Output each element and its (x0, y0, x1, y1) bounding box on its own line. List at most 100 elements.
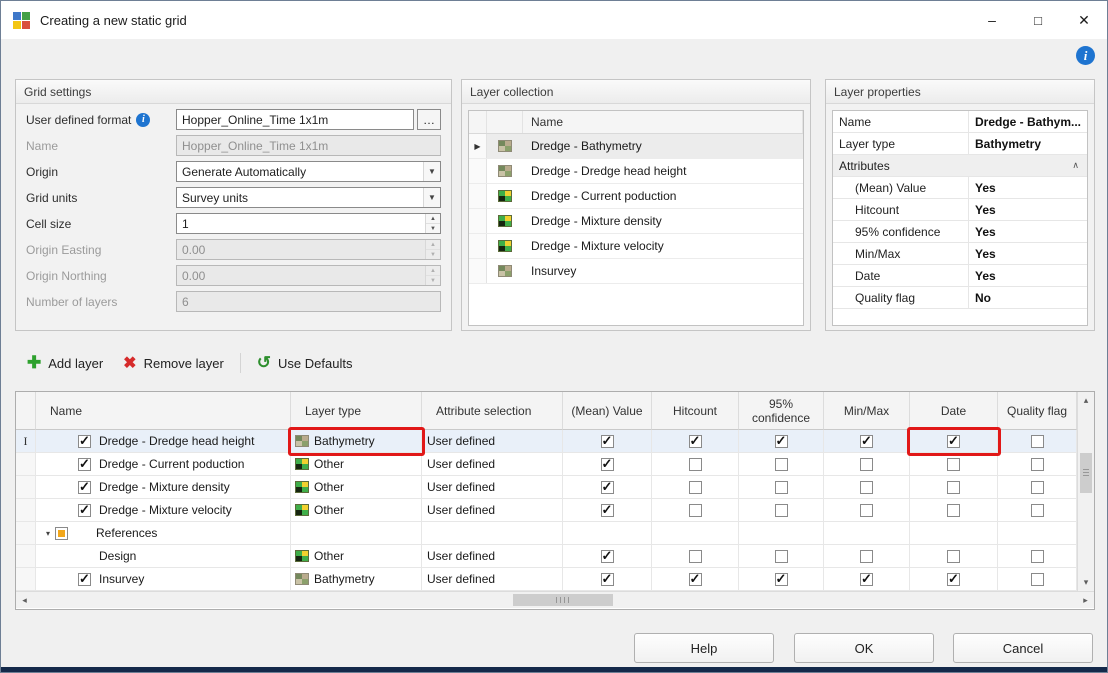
group-checkbox[interactable] (55, 527, 68, 540)
property-row[interactable]: Hitcount Yes (833, 199, 1087, 221)
hitcount-checkbox[interactable] (689, 573, 702, 586)
cell-size-stepper[interactable]: 1▲▼ (176, 213, 441, 234)
scroll-left-icon[interactable]: ◂ (16, 592, 33, 608)
row-checkbox[interactable] (78, 504, 91, 517)
expander-icon[interactable]: ▾ (46, 529, 50, 538)
table-group-row[interactable]: ▾ References (16, 522, 1077, 545)
layer-type-cell[interactable]: Other (291, 499, 422, 522)
remove-layer-button[interactable]: ✖ Remove layer (113, 348, 234, 378)
layer-row[interactable]: Insurvey (469, 259, 803, 284)
mean-value-checkbox[interactable] (601, 481, 614, 494)
column-header-attribute-selection[interactable]: Attribute selection (422, 392, 563, 430)
confidence-checkbox[interactable] (775, 504, 788, 517)
ok-button[interactable]: OK (794, 633, 934, 663)
column-header-confidence[interactable]: 95% confidence (739, 392, 824, 430)
column-header-hitcount[interactable]: Hitcount (652, 392, 739, 430)
table-row[interactable]: Dredge - Current poduction Other User de… (16, 453, 1077, 476)
column-header-name[interactable]: Name (36, 392, 291, 430)
vertical-scrollbar-thumb[interactable] (1080, 453, 1092, 493)
quality-flag-checkbox[interactable] (1031, 481, 1044, 494)
scroll-right-icon[interactable]: ▸ (1077, 592, 1094, 608)
date-checkbox[interactable] (947, 573, 960, 586)
origin-select[interactable]: Generate Automatically▼ (176, 161, 441, 182)
row-checkbox[interactable] (78, 458, 91, 471)
confidence-checkbox[interactable] (775, 573, 788, 586)
spinner-arrows-icon[interactable]: ▲▼ (425, 214, 440, 233)
column-header-date[interactable]: Date (910, 392, 998, 430)
attributes-category-row[interactable]: Attributes ∧ (833, 155, 1087, 177)
date-checkbox[interactable] (947, 481, 960, 494)
property-row[interactable]: 95% confidence Yes (833, 221, 1087, 243)
minmax-checkbox[interactable] (860, 550, 873, 563)
property-row[interactable]: Min/Max Yes (833, 243, 1087, 265)
table-row[interactable]: Design Other User defined (16, 545, 1077, 568)
minmax-checkbox[interactable] (860, 481, 873, 494)
maximize-button[interactable]: □ (1015, 1, 1061, 39)
hitcount-checkbox[interactable] (689, 504, 702, 517)
layer-row[interactable]: Dredge - Mixture velocity (469, 234, 803, 259)
row-checkbox[interactable] (78, 481, 91, 494)
date-checkbox[interactable] (947, 458, 960, 471)
confidence-checkbox[interactable] (775, 550, 788, 563)
column-header-minmax[interactable]: Min/Max (824, 392, 910, 430)
attribute-selection-cell[interactable]: User defined (422, 545, 563, 568)
info-icon[interactable]: i (1076, 46, 1095, 65)
layer-type-cell[interactable]: Other (291, 476, 422, 499)
column-header-quality-flag[interactable]: Quality flag (998, 392, 1077, 430)
table-row[interactable]: Insurvey Bathymetry User defined (16, 568, 1077, 591)
confidence-checkbox[interactable] (775, 435, 788, 448)
scroll-down-icon[interactable]: ▾ (1078, 574, 1094, 591)
use-defaults-button[interactable]: ↺ Use Defaults (247, 348, 363, 378)
property-row[interactable]: Layer type Bathymetry (833, 133, 1087, 155)
mean-value-checkbox[interactable] (601, 458, 614, 471)
column-header-name[interactable]: Name (523, 111, 803, 133)
date-checkbox[interactable] (947, 550, 960, 563)
info-icon[interactable]: i (136, 113, 150, 127)
minmax-checkbox[interactable] (860, 435, 873, 448)
layer-row[interactable]: Dredge - Mixture density (469, 209, 803, 234)
browse-button[interactable]: … (417, 109, 441, 130)
minmax-checkbox[interactable] (860, 504, 873, 517)
table-row[interactable]: Dredge - Mixture density Other User defi… (16, 476, 1077, 499)
property-row[interactable]: (Mean) Value Yes (833, 177, 1087, 199)
mean-value-checkbox[interactable] (601, 550, 614, 563)
layer-type-cell[interactable]: Bathymetry (291, 430, 422, 453)
date-checkbox[interactable] (947, 504, 960, 517)
vertical-scrollbar[interactable]: ▴ ▾ (1077, 392, 1094, 591)
row-checkbox[interactable] (78, 435, 91, 448)
property-row[interactable]: Date Yes (833, 265, 1087, 287)
column-header-mean-value[interactable]: (Mean) Value (563, 392, 652, 430)
hitcount-checkbox[interactable] (689, 550, 702, 563)
attribute-selection-cell[interactable]: User defined (422, 476, 563, 499)
property-row[interactable]: Quality flag No (833, 287, 1087, 309)
attribute-selection-cell[interactable]: User defined (422, 568, 563, 591)
chevron-down-icon[interactable]: ▼ (423, 162, 440, 181)
layer-row[interactable]: Dredge - Dredge head height (469, 159, 803, 184)
layer-type-cell[interactable]: Other (291, 545, 422, 568)
cancel-button[interactable]: Cancel (953, 633, 1093, 663)
minmax-checkbox[interactable] (860, 573, 873, 586)
collapse-icon[interactable]: ∧ (1072, 160, 1079, 171)
close-button[interactable]: ✕ (1061, 1, 1107, 39)
hitcount-checkbox[interactable] (689, 481, 702, 494)
horizontal-scrollbar[interactable]: ◂ ▸ (16, 591, 1094, 608)
layer-row[interactable]: ▶ Dredge - Bathymetry (469, 134, 803, 159)
table-row[interactable]: I Dredge - Dredge head height Bathymetry… (16, 430, 1077, 453)
mean-value-checkbox[interactable] (601, 504, 614, 517)
user-defined-format-input[interactable]: Hopper_Online_Time 1x1m (176, 109, 414, 130)
layer-type-cell[interactable]: Bathymetry (291, 568, 422, 591)
hitcount-checkbox[interactable] (689, 435, 702, 448)
scroll-up-icon[interactable]: ▴ (1078, 392, 1094, 409)
date-checkbox[interactable] (947, 435, 960, 448)
chevron-down-icon[interactable]: ▼ (423, 188, 440, 207)
quality-flag-checkbox[interactable] (1031, 550, 1044, 563)
quality-flag-checkbox[interactable] (1031, 435, 1044, 448)
mean-value-checkbox[interactable] (601, 435, 614, 448)
quality-flag-checkbox[interactable] (1031, 458, 1044, 471)
table-row[interactable]: Dredge - Mixture velocity Other User def… (16, 499, 1077, 522)
hitcount-checkbox[interactable] (689, 458, 702, 471)
add-layer-button[interactable]: ✚ Add layer (17, 348, 113, 378)
property-row[interactable]: Name Dredge - Bathym... (833, 111, 1087, 133)
confidence-checkbox[interactable] (775, 481, 788, 494)
quality-flag-checkbox[interactable] (1031, 504, 1044, 517)
